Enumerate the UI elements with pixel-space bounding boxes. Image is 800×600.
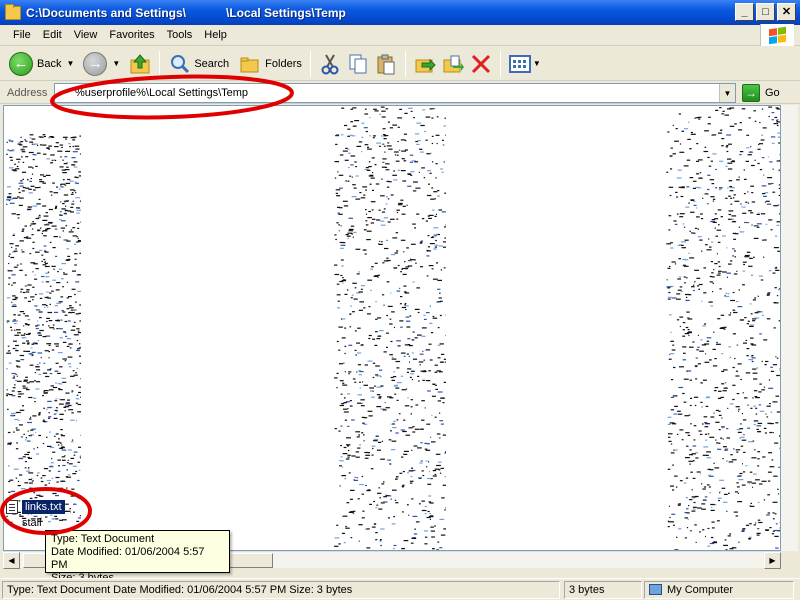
paste-icon [375, 53, 397, 75]
menu-edit[interactable]: Edit [37, 29, 68, 41]
forward-dropdown-icon[interactable]: ▼ [112, 59, 120, 68]
vertical-scrollbar[interactable] [781, 105, 798, 551]
minimize-button[interactable]: _ [735, 3, 754, 21]
title-bar[interactable]: C:\Documents and Settings\ \Local Settin… [0, 0, 800, 25]
menu-tools[interactable]: Tools [161, 29, 199, 41]
tooltip-type: Type: Text Document [51, 533, 155, 545]
up-folder-button[interactable] [126, 50, 154, 78]
menu-help[interactable]: Help [198, 29, 233, 41]
explorer-window: C:\Documents and Settings\ \Local Settin… [0, 0, 800, 600]
menu-view[interactable]: View [68, 29, 104, 41]
move-to-icon [414, 53, 436, 75]
menu-file[interactable]: File [7, 29, 37, 41]
garbled-file-list [334, 106, 446, 550]
cut-button[interactable] [316, 50, 344, 78]
search-icon [168, 53, 190, 75]
copy-icon [347, 53, 369, 75]
scissors-icon [319, 53, 341, 75]
search-button[interactable]: Search [165, 50, 232, 78]
address-input[interactable] [55, 87, 695, 99]
delete-button[interactable] [467, 50, 495, 78]
folders-icon [239, 53, 261, 75]
status-size: 3 bytes [564, 580, 642, 599]
address-bar: Address ▼ → Go [0, 82, 800, 104]
file-column-3 [666, 106, 780, 550]
scroll-left-button[interactable]: ◀ [3, 552, 20, 569]
views-dropdown-icon[interactable]: ▼ [533, 59, 541, 68]
back-label: Back [37, 57, 62, 70]
address-dropdown-icon[interactable]: ▼ [719, 84, 735, 102]
file-tooltip: Type: Text Document Date Modified: 01/06… [45, 530, 230, 584]
delete-x-icon [470, 53, 492, 75]
menu-favorites[interactable]: Favorites [103, 29, 160, 41]
status-bar: Type: Text Document Date Modified: 01/06… [0, 578, 800, 600]
status-info: Type: Text Document Date Modified: 01/06… [2, 580, 560, 599]
text-document-icon [6, 500, 18, 514]
copy-button[interactable] [344, 50, 372, 78]
close-button[interactable]: ✕ [777, 3, 796, 21]
tooltip-date: Date Modified: 01/06/2004 5:57 PM [51, 546, 205, 571]
search-label: Search [194, 57, 230, 70]
menu-bar: File Edit View Favorites Tools Help [0, 24, 800, 46]
maximize-button[interactable]: □ [756, 3, 775, 21]
go-arrow-icon: → [742, 84, 760, 102]
file-name: links.txt [22, 500, 65, 514]
address-label: Address [7, 86, 48, 99]
forward-button[interactable]: → ▼ [80, 50, 126, 78]
folders-button[interactable]: Folders [236, 50, 305, 78]
folders-label: Folders [265, 57, 302, 70]
go-label: Go [765, 87, 780, 99]
toolbar: ← Back ▼ → ▼ Search Folders ▼ [0, 47, 800, 81]
garbled-file-list [6, 134, 81, 525]
folder-icon [5, 3, 21, 20]
file-list-pane[interactable] [3, 105, 781, 551]
go-button[interactable]: → Go [742, 83, 780, 103]
views-button[interactable]: ▼ [506, 50, 547, 78]
file-column-2 [334, 106, 446, 550]
forward-arrow-icon: → [83, 51, 108, 76]
windows-logo-icon [760, 24, 794, 46]
copy-to-icon [442, 53, 464, 75]
back-dropdown-icon[interactable]: ▼ [66, 59, 74, 68]
copy-to-button[interactable] [439, 50, 467, 78]
status-zone: My Computer [644, 580, 794, 599]
garbled-file-list [666, 106, 780, 550]
back-button[interactable]: ← Back ▼ [6, 50, 80, 78]
back-arrow-icon: ← [9, 51, 33, 76]
up-folder-icon [129, 53, 151, 75]
paste-button[interactable] [372, 50, 400, 78]
move-to-button[interactable] [411, 50, 439, 78]
file-column-1 [6, 106, 81, 550]
window-title: C:\Documents and Settings\ \Local Settin… [26, 5, 346, 20]
status-zone-label: My Computer [667, 583, 734, 596]
views-icon [508, 53, 531, 75]
file-item-links[interactable]: links.txt [6, 500, 65, 514]
computer-icon [649, 584, 662, 595]
scroll-right-button[interactable]: ▶ [764, 552, 781, 569]
file-item-partial[interactable]: stall [22, 517, 42, 529]
address-box[interactable]: ▼ [54, 83, 736, 103]
